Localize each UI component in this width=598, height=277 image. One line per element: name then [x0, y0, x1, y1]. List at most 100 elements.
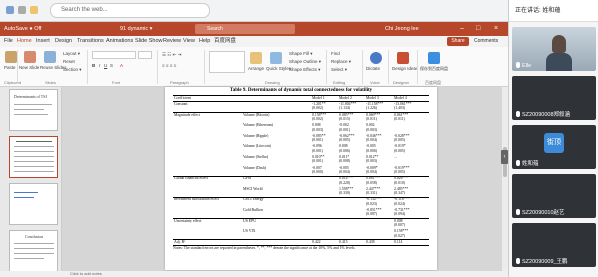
- participant-name-text: 姓和蕴: [522, 161, 539, 167]
- tab-help[interactable]: Help: [199, 36, 210, 47]
- new-slide-label[interactable]: New Slide: [19, 65, 39, 70]
- user-name[interactable]: Chi Jeong lee: [385, 22, 419, 36]
- reuse-slides-icon[interactable]: [44, 51, 56, 63]
- slide-thumbnail[interactable]: Conclusion: [9, 230, 58, 271]
- adj-r2-cell: 0.415: [339, 239, 348, 244]
- coefficient-cell: 0.061***: [394, 112, 409, 117]
- tab-insert[interactable]: Insert: [36, 36, 50, 47]
- reset-button[interactable]: Reset: [63, 59, 75, 64]
- shapes-gallery[interactable]: [209, 51, 245, 73]
- folder-icon[interactable]: [30, 6, 38, 14]
- row-category: Global financial effect: [174, 176, 209, 181]
- tab-icon[interactable]: [18, 6, 26, 14]
- save-baidu-label[interactable]: 保存到百度网盘: [420, 66, 448, 72]
- shape-effects-button[interactable]: Shape Effects ▾: [289, 67, 320, 73]
- tab-design[interactable]: Design: [55, 36, 72, 47]
- table-title: Table 9. Determinants of dynamic total c…: [229, 88, 373, 93]
- std-error-cell: (0.015): [339, 117, 351, 121]
- std-error-cell: (0.008): [339, 159, 351, 164]
- layout-button[interactable]: Layout ▾: [63, 51, 80, 57]
- tab-baidu[interactable]: 百度网盘: [214, 36, 236, 47]
- tab-animations[interactable]: Animations: [106, 36, 133, 47]
- comments-button[interactable]: Comments: [474, 37, 498, 46]
- file-name[interactable]: 91 dynamic ▾: [120, 22, 152, 36]
- design-ideas-icon[interactable]: [397, 52, 409, 64]
- underline-icon[interactable]: U: [104, 63, 107, 68]
- select-button[interactable]: Select ▾: [331, 67, 347, 73]
- paste-icon[interactable]: [5, 51, 17, 63]
- font-color-icon[interactable]: A: [120, 63, 123, 68]
- paste-label[interactable]: Paste: [4, 65, 16, 70]
- quick-styles-label[interactable]: Quick Styles: [266, 66, 291, 71]
- app-icon[interactable]: [6, 6, 14, 14]
- align-icons[interactable]: ≡ ≡ ≡ ≡: [162, 63, 176, 68]
- divider: [388, 50, 389, 84]
- baidu-cloud-icon[interactable]: [428, 52, 440, 64]
- participant-video[interactable]: Elle: [512, 27, 596, 71]
- search-box[interactable]: Search: [195, 24, 295, 34]
- web-search-input[interactable]: Search the web...: [50, 3, 210, 18]
- coefficient-cell: 0.026***: [394, 176, 409, 181]
- italic-icon[interactable]: I: [99, 63, 100, 68]
- participant-tile[interactable]: SZ20090010赵艺: [512, 174, 596, 218]
- tab-review[interactable]: Review: [163, 36, 181, 47]
- tab-transitions[interactable]: Transitions: [77, 36, 104, 47]
- minimize-icon[interactable]: –: [460, 22, 464, 36]
- font-size-select[interactable]: [138, 51, 152, 59]
- coefficient-cell: 0.085***: [339, 112, 354, 117]
- slide-thumbnail[interactable]: [9, 183, 58, 225]
- strikethrough-icon[interactable]: S: [110, 63, 113, 68]
- arrange-icon[interactable]: [250, 52, 262, 64]
- new-slide-icon[interactable]: [24, 51, 36, 63]
- meeting-panel: 正在讲话: 姓和蕴 Elle SZ20090008郑叙涵 街顶 姓和蕴 SZ20…: [508, 0, 598, 277]
- autosave-toggle[interactable]: AutoSave ● Off: [4, 22, 41, 36]
- thumbnail-line: [14, 243, 54, 244]
- participant-tile[interactable]: SZ20090008郑叙涵: [512, 76, 596, 120]
- dictate-icon[interactable]: [370, 52, 382, 64]
- bullets-icon[interactable]: ☰ ☷ ⇤ ⇥: [162, 52, 181, 58]
- arrange-label[interactable]: Arrange: [248, 66, 264, 71]
- coefficient-cell: -0.019*: [394, 144, 406, 149]
- participant-tile[interactable]: SZ20090009_王鹏: [512, 223, 596, 267]
- ribbon-tabs: File Home Insert Design Transitions Anim…: [0, 36, 508, 48]
- std-error-cell: (0.005): [394, 138, 406, 143]
- std-error-cell: (1.134): [339, 106, 351, 111]
- row-variable: Volume (Ripple): [243, 133, 269, 138]
- shape-outline-button[interactable]: Shape Outline ▾: [289, 59, 321, 65]
- font-name-select[interactable]: [92, 51, 136, 59]
- close-icon[interactable]: ×: [494, 22, 498, 36]
- coefficient-cell: -0.007: [312, 165, 322, 170]
- header-coefficient: Coefficient: [174, 96, 192, 100]
- tab-slideshow[interactable]: Slide Show: [135, 36, 163, 47]
- row-variable: MSCI World: [243, 186, 263, 191]
- coefficient-cell: -0.005: [339, 165, 349, 170]
- thumbnail-line: [14, 114, 48, 115]
- replace-button[interactable]: Replace ▾: [331, 59, 351, 65]
- tab-view[interactable]: View: [183, 36, 195, 47]
- slide-thumbnail[interactable]: Determinants of TSI: [9, 89, 58, 131]
- header-model-1: Model 1: [312, 96, 325, 100]
- share-button[interactable]: Share: [447, 37, 469, 46]
- std-error-cell: (0.002): [312, 106, 324, 111]
- tab-file[interactable]: File: [4, 36, 13, 47]
- section-button[interactable]: Section ▾: [63, 67, 82, 73]
- coefficient-cell: ...: [394, 155, 397, 159]
- participant-tile[interactable]: 街顶 姓和蕴: [512, 125, 596, 169]
- notes-placeholder[interactable]: Click to add notes: [70, 271, 102, 277]
- dictate-label[interactable]: Dictate: [366, 66, 380, 71]
- row-variable: Volume (Stellar): [243, 155, 269, 159]
- divider: [417, 50, 418, 84]
- shape-fill-button[interactable]: Shape Fill ▾: [289, 51, 313, 57]
- maximize-icon[interactable]: □: [476, 22, 480, 36]
- coefficient-cell: -0.085**: [312, 133, 326, 138]
- coefficient-cell: 0.011*: [339, 155, 350, 159]
- coefficient-cell: -0.005: [366, 144, 376, 149]
- slide-canvas[interactable]: Table 9. Determinants of dynamic total c…: [165, 87, 437, 270]
- find-button[interactable]: Find: [331, 51, 340, 56]
- design-ideas-label[interactable]: Design Ideas: [392, 66, 418, 71]
- coefficient-cell: -0.019***: [394, 165, 410, 170]
- expand-panel-icon[interactable]: ‹: [501, 150, 508, 164]
- quick-styles-icon[interactable]: [270, 52, 282, 64]
- bold-icon[interactable]: B: [92, 63, 95, 68]
- slide-thumbnail-selected[interactable]: [9, 136, 58, 178]
